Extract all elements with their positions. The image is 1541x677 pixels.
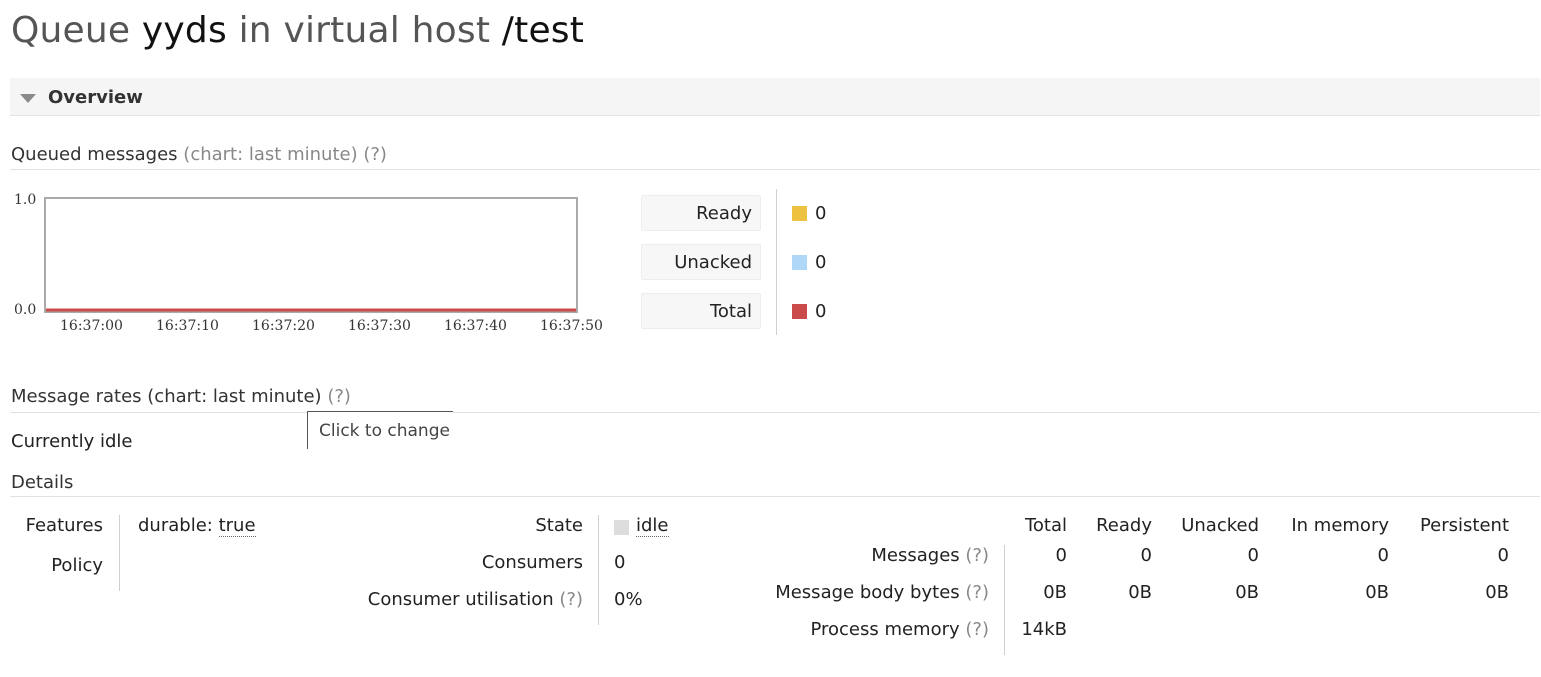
state-value[interactable]: idle [636,515,669,537]
overview-section-header[interactable]: Overview [10,78,1540,116]
x-tick-label: 16:37:40 [444,318,507,334]
divider [10,496,1540,497]
x-tick-label: 16:37:50 [540,318,603,334]
table-cell: 0 [1140,545,1152,566]
tooltip: Click to change [307,411,453,449]
legend-total-label: Total [641,293,761,329]
table-cell: 0B [1043,582,1067,603]
table-cell: 0B [1365,582,1389,603]
y-tick-label: 1.0 [14,192,37,208]
queued-messages-chart [44,197,578,313]
messages-help-icon[interactable]: (?) [965,545,989,566]
features-value: durable: true [138,515,256,537]
x-tick-label: 16:37:30 [348,318,411,334]
consumers-value: 0 [614,552,626,573]
col-header-total: Total [1024,515,1067,536]
features-label: Features [25,515,103,536]
table-cell: 14kB [1021,619,1067,640]
table-cell: 0 [1497,545,1509,566]
col-header-unacked: Unacked [1181,515,1259,536]
state-indicator-icon [614,520,629,535]
details-divider [598,515,599,625]
legend-ready-label: Ready [641,195,761,231]
x-tick-label: 16:37:10 [156,318,219,334]
unacked-swatch [792,255,807,270]
chart-range-toggle[interactable]: (chart: last minute) [183,144,357,165]
details-divider [119,515,120,591]
messages-row-label: Messages (?) [871,545,989,566]
overview-title: Overview [48,87,143,108]
ready-swatch [792,206,807,221]
legend-divider [776,189,777,335]
title-prefix: Queue [11,10,131,51]
stats-divider [1004,545,1005,655]
details-heading: Details [11,472,74,493]
process-memory-row-label: Process memory (?) [810,619,989,640]
divider [10,412,1540,413]
consumer-utilisation-label: Consumer utilisation (?) [367,589,583,610]
state-label: State [535,515,583,536]
col-header-ready: Ready [1096,515,1152,536]
idle-status: Currently idle [11,431,133,452]
utilisation-help-icon[interactable]: (?) [559,589,583,610]
col-header-persistent: Persistent [1419,515,1509,536]
table-cell: 0 [1055,545,1067,566]
page-title: Queue yyds in virtual host /test [11,10,584,51]
col-header-in-memory: In memory [1291,515,1389,536]
table-cell: 0 [1377,545,1389,566]
table-cell: 0B [1128,582,1152,603]
body-bytes-help-icon[interactable]: (?) [965,582,989,603]
legend-unacked-label: Unacked [641,244,761,280]
unacked-value: 0 [815,252,827,273]
total-swatch [792,304,807,319]
durable-value[interactable]: true [218,515,256,537]
total-value: 0 [815,301,827,322]
ready-value: 0 [815,203,827,224]
message-rates-label[interactable]: Message rates (chart: last minute) [11,386,322,407]
queued-help-icon[interactable]: (?) [363,144,387,165]
table-cell: 0B [1235,582,1259,603]
consumers-label: Consumers [481,552,583,573]
policy-label: Policy [51,555,103,576]
body-bytes-row-label: Message body bytes (?) [775,582,989,603]
chart-frame [44,197,578,313]
x-tick-label: 16:37:00 [60,318,123,334]
x-tick-label: 16:37:20 [252,318,315,334]
rates-help-icon[interactable]: (?) [327,386,351,407]
message-rates-heading: Message rates (chart: last minute) (?) [11,386,351,407]
title-middle: in virtual host [238,10,491,51]
queued-messages-heading: Queued messages (chart: last minute) (?) [11,144,387,165]
divider [10,169,1540,170]
table-cell: 0 [1247,545,1259,566]
vhost-name: /test [501,10,585,51]
table-cell: 0B [1485,582,1509,603]
y-tick-label: 0.0 [14,302,37,318]
process-memory-help-icon[interactable]: (?) [965,619,989,640]
consumer-utilisation-value: 0% [614,589,643,610]
queue-name: yyds [141,10,227,51]
collapse-triangle-icon[interactable] [20,94,36,103]
